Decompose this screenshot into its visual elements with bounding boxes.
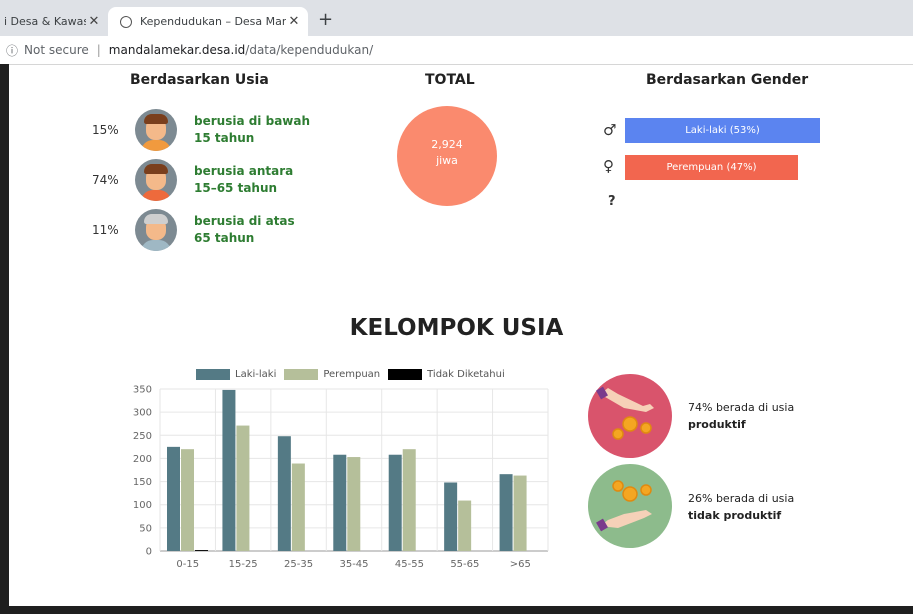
age-group-line1: berusia di bawah — [194, 114, 311, 128]
kelompok-usia-title: KELOMPOK USIA — [349, 315, 564, 341]
bar-perempuan — [458, 500, 472, 551]
url-host: mandalamekar.desa.id — [108, 43, 246, 57]
bar-perempuan — [347, 457, 361, 551]
male-bar: Laki-laki (53%) — [625, 118, 820, 143]
y-tick-label: 150 — [133, 477, 152, 488]
new-tab-button[interactable]: + — [318, 9, 333, 30]
y-tick-label: 200 — [133, 454, 152, 465]
female-bar-label: Perempuan (47%) — [666, 162, 757, 173]
productive-percent: 74% berada di usia — [688, 401, 795, 414]
bar-perempuan — [513, 475, 527, 551]
tab-2-title: Kependudukan – Desa Mandalam — [140, 15, 286, 28]
browser-tab-bar: i Desa & Kawasa ✕ Kependudukan – Desa Ma… — [0, 0, 913, 36]
close-icon[interactable]: ✕ — [286, 14, 302, 29]
chart-legend: Laki-laki Perempuan Tidak Diketahui — [196, 369, 505, 380]
y-tick-label: 100 — [133, 500, 152, 511]
unknown-gender-icon: ? — [608, 194, 616, 209]
x-tick-label: 25-35 — [284, 559, 313, 570]
y-tick-label: 250 — [133, 431, 152, 442]
female-icon: ♀ — [603, 157, 614, 175]
bar-perempuan — [236, 425, 250, 551]
legend-label-tidak-diketahui: Tidak Diketahui — [427, 369, 505, 380]
nonproductive-percent: 26% berada di usia — [688, 492, 795, 505]
hand-coins-icon — [596, 386, 654, 440]
bar-perempuan — [402, 449, 416, 551]
gender-section-title: Berdasarkan Gender — [646, 72, 809, 88]
bar-tidak-diketahui — [195, 550, 208, 551]
age-group-line2: 15 tahun — [194, 131, 255, 145]
total-value: 2,924 — [431, 138, 463, 151]
bar-laki-laki — [333, 454, 347, 551]
total-title: TOTAL — [425, 72, 475, 88]
total-circle: 2,924 jiwa — [397, 106, 497, 206]
elder-avatar-icon — [135, 209, 177, 251]
y-tick-label: 300 — [133, 408, 152, 419]
age-group-line2: 65 tahun — [194, 231, 255, 245]
x-tick-label: 55-65 — [450, 559, 479, 570]
legend-swatch-tidak-diketahui — [388, 369, 423, 380]
divider: | — [96, 43, 101, 57]
age-group-line1: berusia di atas — [194, 214, 295, 228]
bar-laki-laki — [388, 454, 402, 551]
browser-tab-1[interactable]: i Desa & Kawasa ✕ — [0, 7, 108, 36]
bar-laki-laki — [167, 446, 180, 551]
nonproductive-label: tidak produktif — [688, 509, 782, 522]
x-tick-label: 0-15 — [176, 559, 199, 570]
hand-coins-icon — [596, 480, 652, 532]
age-section-title: Berdasarkan Usia — [130, 72, 269, 88]
bar-laki-laki — [499, 474, 513, 551]
nonproductive-icon — [588, 464, 672, 548]
legend-swatch-laki — [196, 369, 230, 380]
nonproductive-text: 26% berada di usia tidak produktif — [688, 490, 794, 524]
security-label: Not secure — [24, 43, 89, 57]
y-tick-label: 0 — [146, 547, 152, 558]
x-tick-label: 35-45 — [339, 559, 368, 570]
productive-label: produktif — [688, 418, 746, 431]
bar-laki-laki — [222, 389, 236, 551]
tab-1-title: i Desa & Kawasa — [4, 15, 86, 28]
globe-icon — [120, 15, 132, 28]
x-tick-label: >65 — [510, 559, 531, 570]
female-bar: Perempuan (47%) — [625, 155, 798, 180]
age-percent: 74% — [92, 173, 119, 187]
age-percent: 15% — [92, 123, 119, 137]
age-group-line2: 15–65 tahun — [194, 181, 278, 195]
age-group-text: berusia di atas 65 tahun — [194, 213, 295, 247]
close-icon[interactable]: ✕ — [86, 14, 102, 29]
age-percent: 11% — [92, 223, 119, 237]
bar-laki-laki — [277, 436, 291, 551]
legend-label-perempuan: Perempuan — [323, 369, 381, 380]
male-bar-label: Laki-laki (53%) — [685, 125, 760, 136]
browser-tab-2[interactable]: Kependudukan – Desa Mandalam ✕ — [108, 7, 308, 36]
info-icon[interactable]: ⓘ — [6, 42, 18, 59]
x-tick-label: 15-25 — [229, 559, 258, 570]
age-group-text: berusia di bawah 15 tahun — [194, 113, 310, 147]
y-tick-label: 50 — [139, 523, 152, 534]
bottom-edge — [0, 606, 913, 614]
address-bar[interactable]: ⓘ Not secure | mandalamekar.desa.id /dat… — [0, 36, 913, 65]
age-group-text: berusia antara 15–65 tahun — [194, 163, 293, 197]
legend-label-laki: Laki-laki — [235, 369, 277, 380]
bar-perempuan — [291, 463, 305, 551]
y-tick-label: 350 — [133, 385, 152, 396]
url-path: /data/kependudukan/ — [245, 43, 374, 57]
bar-perempuan — [181, 449, 194, 551]
legend-swatch-perempuan — [284, 369, 319, 380]
bar-laki-laki — [444, 482, 458, 551]
male-icon: ♂ — [603, 121, 617, 139]
x-tick-label: 45-55 — [395, 559, 424, 570]
total-unit: jiwa — [436, 154, 458, 167]
adult-avatar-icon — [135, 159, 177, 201]
productive-text: 74% berada di usia produktif — [688, 399, 794, 433]
age-group-line1: berusia antara — [194, 164, 294, 178]
productive-icon — [588, 374, 672, 458]
child-avatar-icon — [135, 109, 177, 151]
